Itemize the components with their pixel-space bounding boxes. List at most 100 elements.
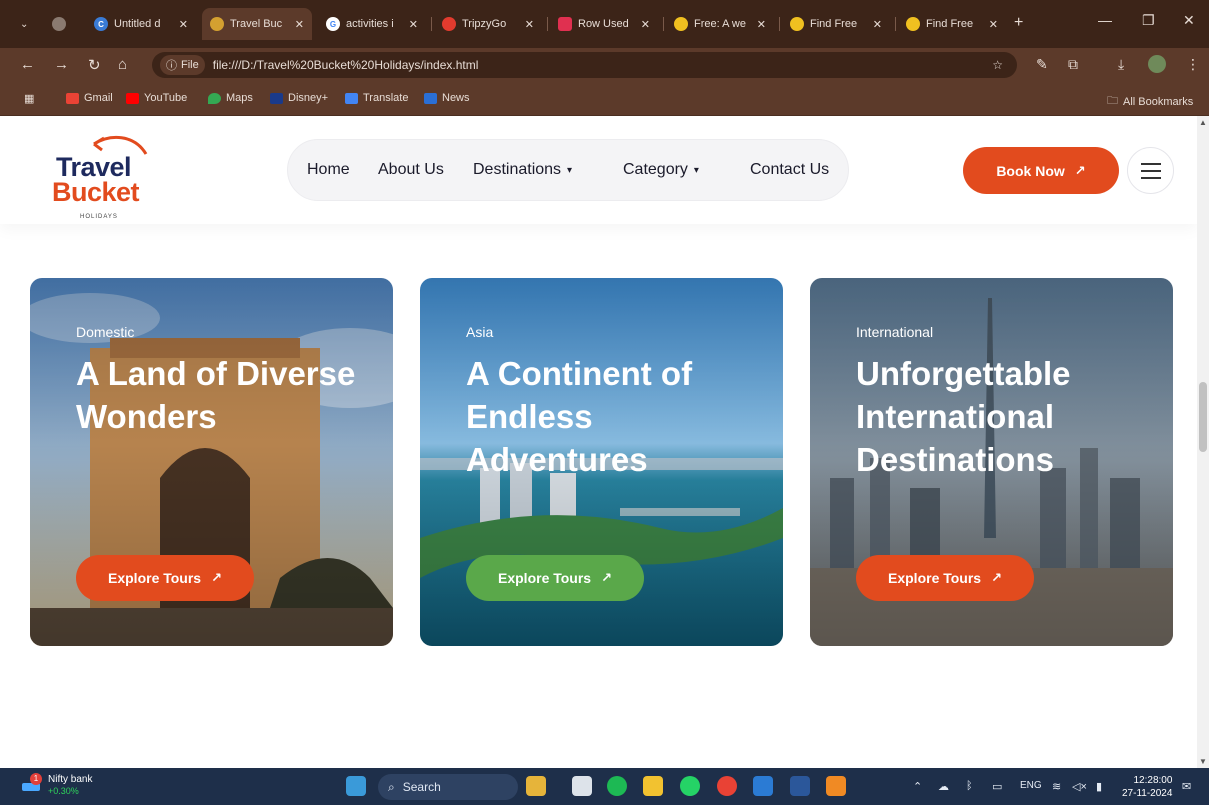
bookmark-star-icon[interactable]: ☆ bbox=[992, 58, 1003, 72]
explore-tours-button[interactable]: Explore Tours ↗ bbox=[76, 555, 254, 601]
bluetooth-icon[interactable]: ᛒ bbox=[966, 780, 973, 792]
vscode-icon[interactable] bbox=[753, 776, 773, 796]
back-icon[interactable]: ← bbox=[20, 56, 35, 73]
windows-start-icon[interactable] bbox=[346, 776, 366, 796]
scroll-up-icon[interactable]: ▲ bbox=[1199, 118, 1207, 127]
task-view-icon[interactable] bbox=[572, 776, 592, 796]
site-info-chip[interactable]: ⓘ File bbox=[160, 55, 205, 75]
tray-overflow-icon[interactable]: ⌃ bbox=[913, 780, 922, 793]
app-icon[interactable] bbox=[826, 776, 846, 796]
browser-tab[interactable]: G activities i ✕ bbox=[318, 12, 426, 36]
minimize-icon[interactable]: — bbox=[1098, 12, 1112, 28]
stock-chart-icon: 1 bbox=[22, 773, 42, 795]
bookmark-news[interactable]: News bbox=[424, 92, 470, 104]
display-icon[interactable]: ▭ bbox=[992, 780, 1002, 793]
close-icon[interactable]: ✕ bbox=[641, 18, 650, 31]
browser-tab[interactable]: Row Used ✕ bbox=[550, 12, 658, 36]
wifi-icon[interactable]: ≋ bbox=[1052, 780, 1061, 793]
close-icon[interactable]: ✕ bbox=[409, 18, 418, 31]
whatsapp-icon[interactable] bbox=[680, 776, 700, 796]
destination-card-international[interactable]: International Unforgettable Internationa… bbox=[810, 278, 1173, 646]
extensions-icon[interactable]: ⧉ bbox=[1068, 56, 1078, 73]
browser-tab[interactable]: Find Free ✕ bbox=[898, 12, 1006, 36]
word-icon[interactable] bbox=[790, 776, 810, 796]
arrow-up-right-icon: ↗ bbox=[211, 570, 222, 585]
page-scrollbar[interactable]: ▲ ▼ bbox=[1197, 116, 1209, 768]
nav-destinations[interactable]: Destinations ▾ bbox=[473, 161, 572, 179]
stock-change: +0.30% bbox=[48, 786, 79, 796]
tab-group-icon[interactable] bbox=[52, 12, 72, 36]
youtube-icon bbox=[126, 92, 139, 104]
freepik-icon bbox=[906, 17, 920, 31]
tripzygo-icon bbox=[442, 17, 456, 31]
bookmark-translate[interactable]: Translate bbox=[345, 92, 408, 104]
widget-app-icon[interactable] bbox=[526, 776, 546, 796]
home-icon[interactable]: ⌂ bbox=[118, 56, 127, 73]
reload-icon[interactable]: ↻ bbox=[88, 56, 101, 74]
onedrive-icon[interactable]: ☁ bbox=[938, 780, 949, 793]
address-input[interactable]: ⓘ File file:///D:/Travel%20Bucket%20Holi… bbox=[152, 52, 1017, 78]
tab-title: Untitled d bbox=[114, 18, 161, 30]
book-now-button[interactable]: Book Now ↗ bbox=[963, 147, 1119, 194]
disney-icon bbox=[270, 92, 283, 104]
volume-icon[interactable]: ◁× bbox=[1072, 780, 1087, 793]
nav-about-us[interactable]: About Us bbox=[378, 161, 444, 179]
tab-title: activities i bbox=[346, 18, 394, 30]
apps-grid-icon[interactable]: ▦ bbox=[24, 92, 34, 105]
tab-title: Row Used bbox=[578, 18, 629, 30]
nav-category[interactable]: Category ▾ bbox=[623, 161, 699, 179]
close-icon[interactable]: ✕ bbox=[757, 18, 766, 31]
destination-card-asia[interactable]: Asia A Continent of Endless Adventures E… bbox=[420, 278, 783, 646]
nav-home[interactable]: Home bbox=[307, 161, 350, 179]
system-clock[interactable]: 12:28:00 27-11-2024 bbox=[1122, 774, 1172, 800]
chrome-icon[interactable] bbox=[717, 776, 737, 796]
browser-tab-active[interactable]: Travel Buc ✕ bbox=[202, 8, 312, 40]
notifications-icon[interactable]: ✉ bbox=[1182, 780, 1191, 793]
taskbar-search[interactable]: ⌕ Search bbox=[378, 774, 518, 800]
restore-icon[interactable]: ❐ bbox=[1142, 12, 1155, 29]
profile-avatar[interactable] bbox=[1148, 55, 1166, 73]
destination-card-domestic[interactable]: Domestic A Land of Diverse Wonders Explo… bbox=[30, 278, 393, 646]
hamburger-menu-button[interactable] bbox=[1127, 147, 1174, 194]
language-indicator[interactable]: ENG bbox=[1020, 780, 1042, 791]
close-icon[interactable]: ✕ bbox=[295, 18, 304, 31]
spotify-icon[interactable] bbox=[607, 776, 627, 796]
news-icon bbox=[424, 92, 437, 104]
card-title: A Continent of Endless Adventures bbox=[466, 355, 693, 478]
browser-tab[interactable]: C Untitled d ✕ bbox=[86, 12, 196, 36]
browser-tab[interactable]: Free: A we ✕ bbox=[666, 12, 774, 36]
all-bookmarks-button[interactable]: 🗀 All Bookmarks bbox=[1107, 92, 1193, 111]
nav-contact-us[interactable]: Contact Us bbox=[750, 161, 829, 179]
close-window-icon[interactable]: ✕ bbox=[1183, 12, 1195, 29]
bookmarks-bar: ▦ Gmail YouTube Maps Disney+ Translate N… bbox=[0, 82, 1209, 116]
close-icon[interactable]: ✕ bbox=[179, 18, 188, 31]
new-tab-button[interactable]: + bbox=[1014, 14, 1023, 32]
stock-widget[interactable]: 1 Nifty bank +0.30% bbox=[22, 773, 92, 796]
more-menu-icon[interactable]: ⋮ bbox=[1186, 56, 1200, 73]
scroll-down-icon[interactable]: ▼ bbox=[1199, 757, 1207, 766]
tab-search-button[interactable]: ⌄ bbox=[12, 12, 36, 36]
explore-tours-button[interactable]: Explore Tours ↗ bbox=[466, 555, 644, 601]
scrollbar-thumb[interactable] bbox=[1199, 382, 1207, 452]
maps-icon bbox=[208, 92, 221, 104]
site-logo[interactable]: Travel Bucket HOLIDAYS bbox=[52, 130, 152, 220]
explore-tours-button[interactable]: Explore Tours ↗ bbox=[856, 555, 1034, 601]
battery-icon[interactable]: ▮ bbox=[1096, 780, 1102, 793]
bookmark-gmail[interactable]: Gmail bbox=[66, 92, 113, 104]
download-icon[interactable]: ⤓ bbox=[1118, 56, 1124, 73]
close-icon[interactable]: ✕ bbox=[873, 18, 882, 31]
tab-title: Find Free bbox=[810, 18, 858, 30]
bookmark-maps[interactable]: Maps bbox=[208, 92, 253, 104]
close-icon[interactable]: ✕ bbox=[989, 18, 998, 31]
pen-icon[interactable]: ✎ bbox=[1036, 56, 1048, 73]
arrow-up-right-icon: ↗ bbox=[601, 570, 612, 585]
bookmark-youtube[interactable]: YouTube bbox=[126, 92, 187, 104]
windows-taskbar: 1 Nifty bank +0.30% ⌕ Search ⌃ ☁ ᛒ ▭ ENG… bbox=[0, 768, 1209, 805]
browser-tab[interactable]: TripzyGo ✕ bbox=[434, 12, 542, 36]
file-explorer-icon[interactable] bbox=[643, 776, 663, 796]
close-icon[interactable]: ✕ bbox=[525, 18, 534, 31]
bookmark-disney[interactable]: Disney+ bbox=[270, 92, 328, 104]
browser-tab[interactable]: Find Free ✕ bbox=[782, 12, 890, 36]
forward-icon[interactable]: → bbox=[54, 56, 69, 73]
notification-badge: 1 bbox=[30, 773, 42, 785]
